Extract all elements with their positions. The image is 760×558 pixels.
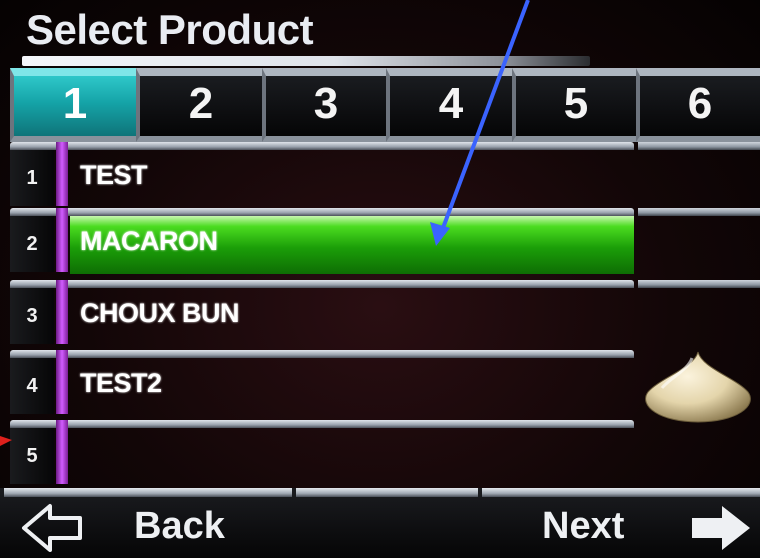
preview-frame — [638, 142, 760, 150]
next-arrow-icon — [692, 506, 750, 550]
footer-empty-slot — [296, 488, 478, 558]
row-index: 3 — [10, 288, 54, 344]
tab-1[interactable]: 1 — [10, 68, 136, 142]
next-label: Next — [542, 505, 625, 547]
tab-3[interactable]: 3 — [262, 68, 386, 142]
row-frame — [10, 208, 634, 216]
back-label: Back — [134, 505, 225, 547]
row-marker — [56, 350, 68, 414]
title-underline — [22, 56, 590, 66]
row-index: 5 — [10, 428, 54, 484]
product-name: MACARON — [80, 226, 218, 256]
row-index: 1 — [10, 150, 54, 206]
product-select-screen: Select Product 1 2 3 4 5 6 1 TEST 2 MACA… — [0, 0, 760, 558]
row-frame — [10, 280, 634, 288]
product-name: TEST — [80, 160, 148, 190]
product-name: TEST2 — [80, 368, 162, 398]
product-row-1[interactable]: 1 TEST — [10, 142, 634, 206]
row-marker — [56, 142, 68, 206]
footer-bar: Back Next — [0, 488, 760, 558]
product-row-5[interactable]: 5 — [10, 420, 634, 484]
product-name: CHOUX BUN — [80, 298, 240, 328]
row-index: 2 — [10, 216, 54, 272]
row-index: 4 — [10, 358, 54, 414]
next-button[interactable]: Next — [482, 488, 760, 558]
back-button[interactable]: Back — [0, 488, 292, 558]
product-row-2[interactable]: 2 MACARON — [10, 208, 634, 274]
row-frame — [10, 350, 634, 358]
tab-5[interactable]: 5 — [512, 68, 636, 142]
tab-6[interactable]: 6 — [636, 68, 760, 142]
product-row-4[interactable]: 4 TEST2 — [10, 350, 634, 414]
page-tabs: 1 2 3 4 5 6 — [0, 68, 760, 142]
preview-frame — [638, 280, 760, 288]
row-marker — [56, 280, 68, 344]
row-frame — [10, 420, 634, 428]
macaron-icon — [645, 351, 751, 423]
tab-4[interactable]: 4 — [386, 68, 512, 142]
row-marker — [56, 208, 68, 272]
page-title: Select Product — [26, 6, 314, 53]
row-marker — [56, 420, 68, 484]
preview-frame — [638, 208, 760, 216]
product-row-3[interactable]: 3 CHOUX BUN — [10, 280, 634, 344]
back-arrow-icon — [22, 504, 82, 552]
row-frame — [10, 142, 634, 150]
tab-2[interactable]: 2 — [136, 68, 262, 142]
